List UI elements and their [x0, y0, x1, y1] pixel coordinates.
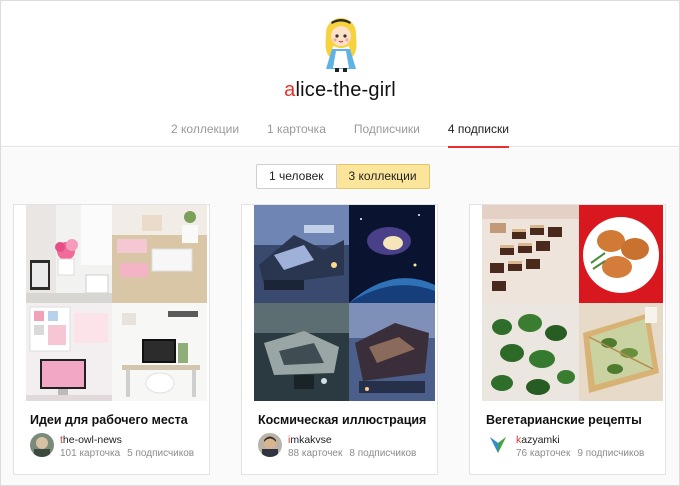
collection-image	[482, 303, 579, 401]
subscribers-count: 5 подписчиков	[127, 448, 195, 459]
collection-author[interactable]: the-owl-news 101 карточка 5 подписчиков	[30, 433, 210, 463]
username-first-letter: a	[284, 79, 296, 101]
author-name-rest: he-owl-news	[62, 434, 122, 446]
filter-people-button[interactable]: 1 человек	[256, 164, 337, 189]
avatar[interactable]	[30, 433, 54, 457]
collection-image	[112, 303, 207, 401]
collection-image	[349, 205, 435, 303]
author-name[interactable]: kazyamki	[516, 434, 560, 446]
subscription-filter: 1 человек 3 коллекции	[256, 164, 430, 189]
collection-mosaic[interactable]	[26, 205, 207, 401]
subscribers-count: 9 подписчиков	[577, 448, 645, 459]
author-name[interactable]: the-owl-news	[60, 434, 122, 446]
collection-image	[579, 205, 663, 303]
profile-header: alice-the-girl 2 коллекции 1 карточка По…	[1, 1, 679, 149]
cards-count: 101 карточка	[60, 448, 121, 459]
alice-avatar-icon[interactable]	[316, 13, 366, 73]
collection-image	[349, 303, 435, 401]
subscriptions-panel: 1 человек 3 коллекции Идеи для рабочего …	[1, 148, 679, 485]
collection-stats: 88 карточек 8 подписчиков	[288, 448, 438, 459]
collection-card[interactable]: Космическая иллюстрация imkakvse 88 карт…	[241, 204, 438, 475]
tab-collections[interactable]: 2 коллекции	[171, 122, 239, 148]
collection-card[interactable]: Идеи для рабочего места the-owl-news 101…	[13, 204, 210, 475]
collection-title[interactable]: Идеи для рабочего места	[30, 413, 188, 427]
collection-title[interactable]: Вегетарианские рецепты	[486, 413, 642, 427]
profile-username: alice-the-girl	[1, 79, 679, 102]
collection-title[interactable]: Космическая иллюстрация	[258, 413, 426, 427]
collection-author[interactable]: kazyamki 76 карточек 9 подписчиков	[486, 433, 666, 463]
cards-count: 76 карточек	[516, 448, 571, 459]
username-rest: lice-the-girl	[295, 79, 396, 101]
collection-image	[579, 303, 663, 401]
collection-mosaic[interactable]	[482, 205, 663, 401]
collection-stats: 76 карточек 9 подписчиков	[516, 448, 666, 459]
collection-image	[26, 303, 112, 401]
collection-image	[482, 205, 579, 303]
collection-image	[254, 205, 349, 303]
collection-stats: 101 карточка 5 подписчиков	[60, 448, 210, 459]
author-name-rest: mkakvse	[290, 434, 332, 446]
cards-count: 88 карточек	[288, 448, 343, 459]
collection-card[interactable]: Вегетарианские рецепты kazyamki 76 карто…	[469, 204, 666, 475]
tab-followers[interactable]: Подписчики	[354, 122, 420, 148]
collection-mosaic[interactable]	[254, 205, 435, 401]
author-name[interactable]: imkakvse	[288, 434, 332, 446]
author-name-rest: azyamki	[521, 434, 560, 446]
filter-collections-button[interactable]: 3 коллекции	[336, 164, 430, 189]
collection-image	[112, 205, 207, 303]
collection-author[interactable]: imkakvse 88 карточек 8 подписчиков	[258, 433, 438, 463]
collection-image	[254, 303, 349, 401]
collection-image	[26, 205, 112, 303]
profile-tabs: 2 коллекции 1 карточка Подписчики 4 подп…	[1, 122, 679, 149]
tab-subscriptions[interactable]: 4 подписки	[447, 122, 510, 149]
avatar[interactable]	[258, 433, 282, 457]
subscribers-count: 8 подписчиков	[349, 448, 417, 459]
avatar[interactable]	[486, 433, 510, 457]
tab-cards[interactable]: 1 карточка	[267, 122, 326, 148]
